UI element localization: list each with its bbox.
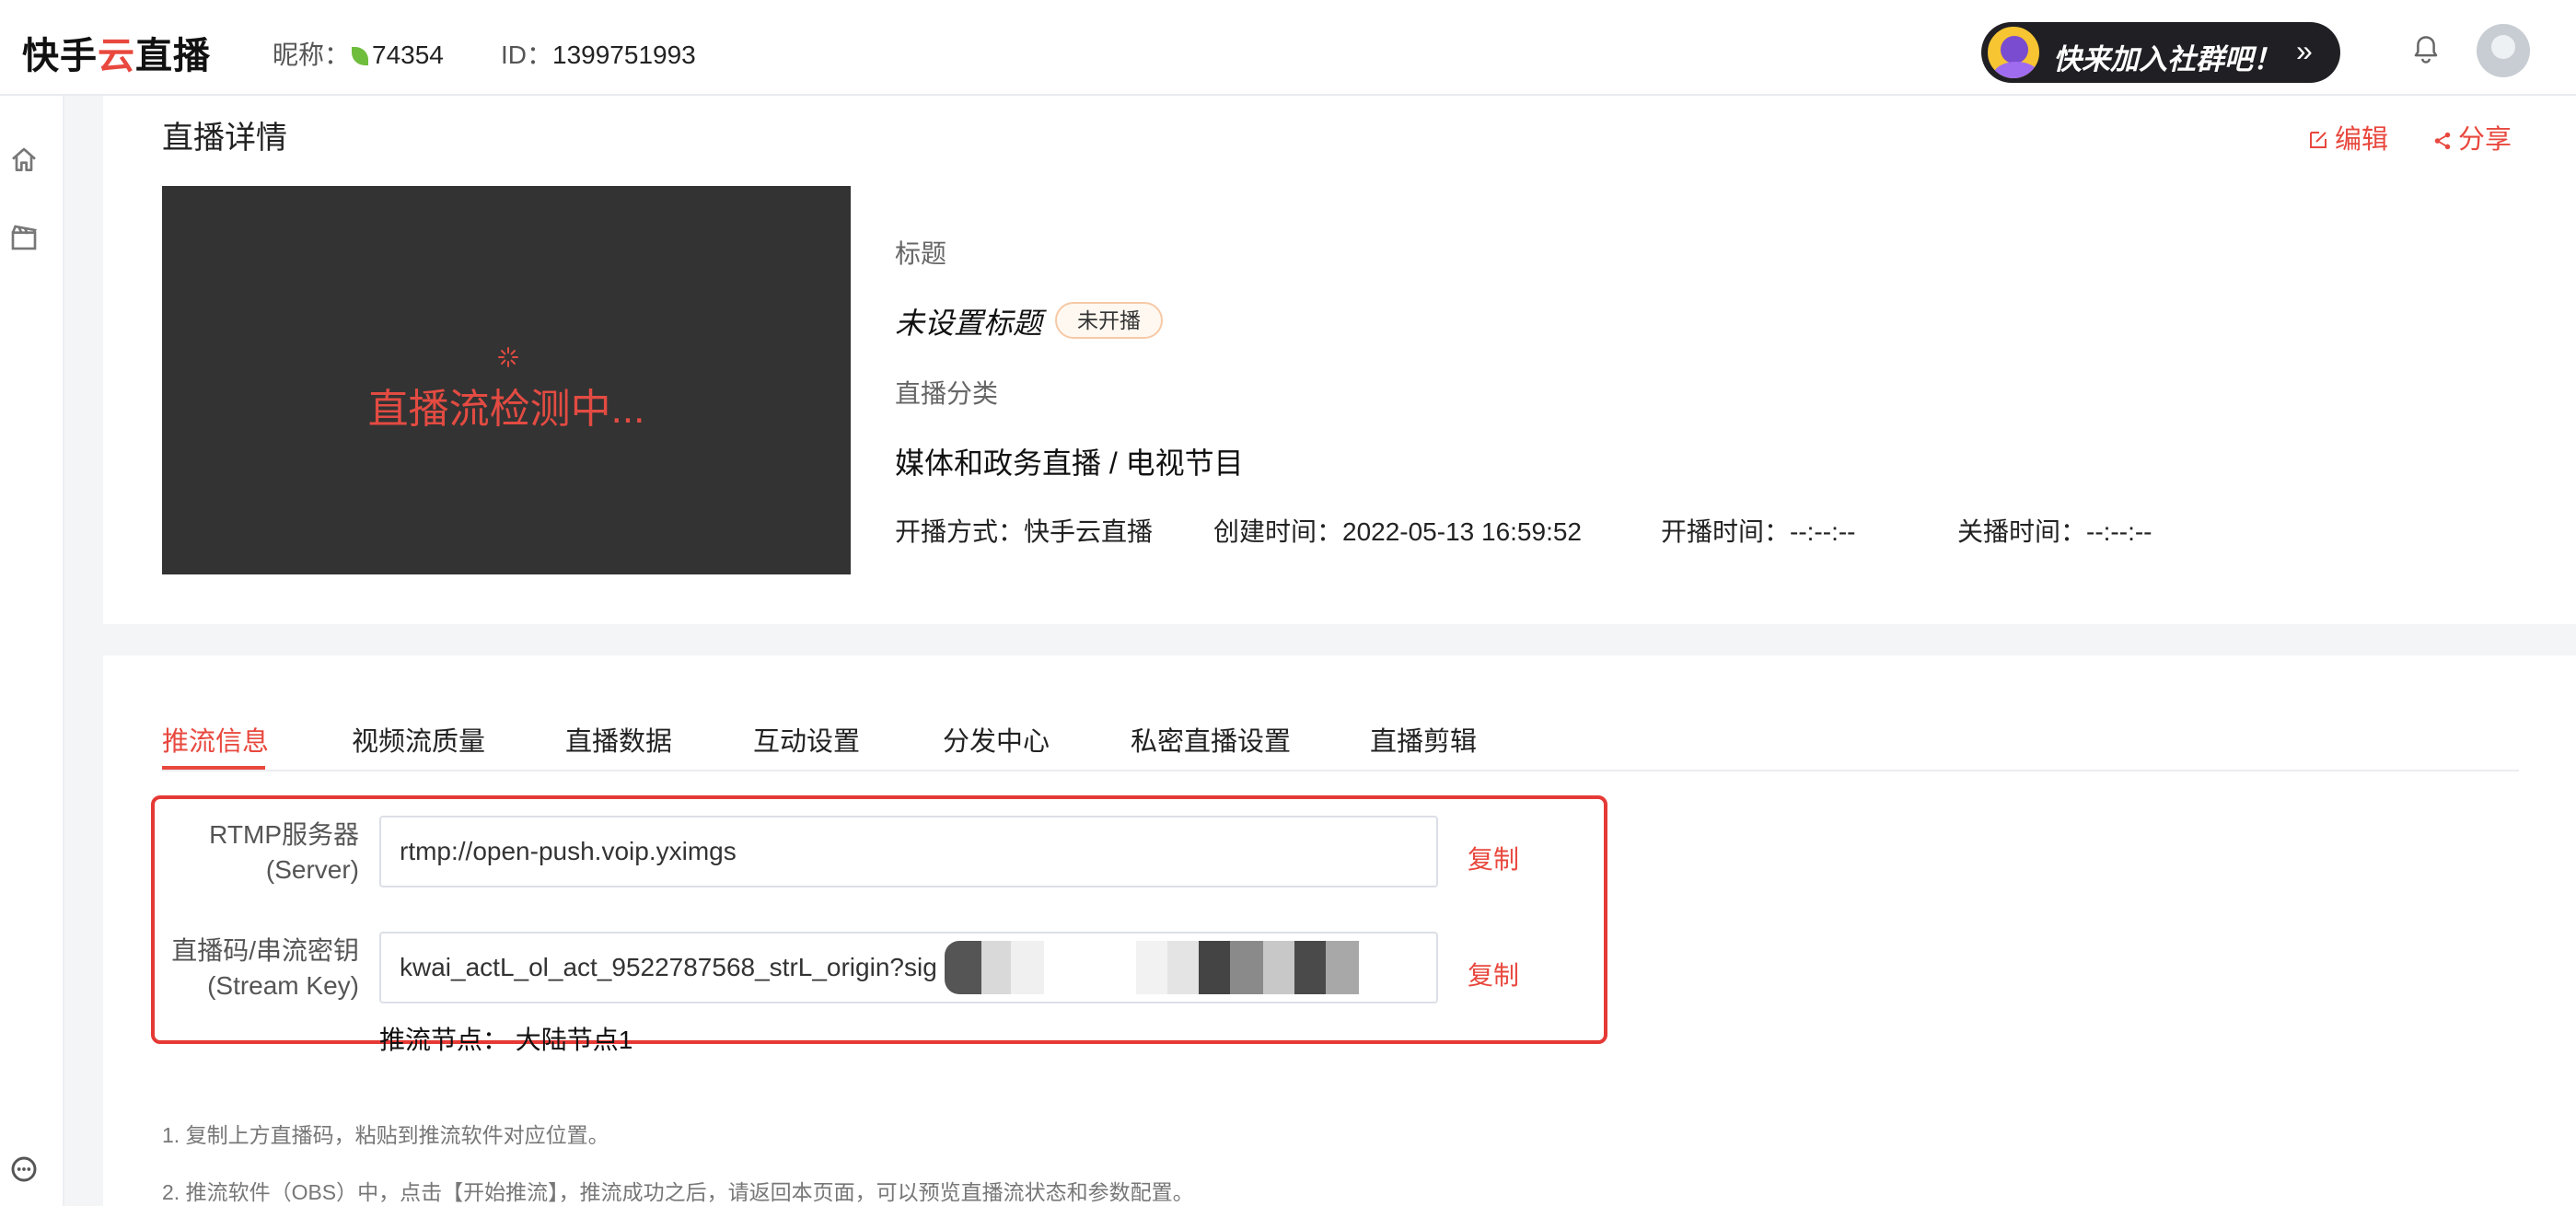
server-field[interactable] (379, 816, 1438, 887)
page-title: 直播详情 (162, 121, 287, 156)
redacted-block (1326, 941, 1359, 994)
edit-button[interactable]: 编辑 (2307, 118, 2388, 157)
chat-icon[interactable] (9, 1154, 39, 1184)
tab-interaction[interactable]: 互动设置 (753, 720, 860, 759)
redacted-block (1136, 941, 1167, 994)
title-label: 标题 (895, 239, 947, 268)
user-id-info: ID：1399751993 (501, 35, 696, 72)
join-community-label: 快来加入社群吧！ (2053, 43, 2281, 75)
server-label: RTMP服务器 (Server) (147, 818, 359, 887)
copy-stream-key-button[interactable]: 复制 (1468, 956, 1519, 992)
redacted-block (945, 941, 981, 994)
double-chevron-icon: » (2296, 34, 2313, 67)
nickname-info: 昵称： 74354 (273, 35, 444, 72)
redacted-block (1230, 941, 1263, 994)
redacted-block (1011, 941, 1044, 994)
mascot-icon (1985, 24, 2042, 81)
redacted-block (1294, 941, 1326, 994)
start-time: 开播时间：--:--:-- (1661, 517, 1856, 546)
bell-icon[interactable] (2412, 35, 2440, 64)
stream-detecting-text: 直播流检测中... (367, 387, 645, 432)
tab-live-clip[interactable]: 直播剪辑 (1370, 720, 1477, 759)
tab-distribution[interactable]: 分发中心 (943, 720, 1050, 759)
status-badge: 未开播 (1055, 302, 1163, 339)
tab-push-info[interactable]: 推流信息 (162, 720, 269, 759)
tab-live-data[interactable]: 直播数据 (565, 720, 672, 759)
live-title: 未设置标题 (895, 307, 1043, 340)
active-tab-indicator (162, 766, 265, 770)
push-node: 推流节点： 大陆节点1 (379, 1026, 633, 1054)
created-time: 创建时间：2022-05-13 16:59:52 (1213, 517, 1582, 546)
nickname-label: 昵称： (273, 41, 351, 69)
redacted-block (1263, 941, 1294, 994)
id-label: ID： (501, 41, 553, 69)
tabs-divider (162, 770, 2519, 771)
left-sidebar (0, 96, 64, 1206)
redacted-area (768, 825, 1357, 878)
server-label-line2: (Server) (265, 855, 359, 884)
share-button[interactable]: 分享 (2432, 118, 2512, 157)
share-label: 分享 (2458, 125, 2512, 155)
tab-private-live[interactable]: 私密直播设置 (1131, 720, 1291, 759)
home-icon[interactable] (9, 145, 39, 175)
stream-key-label-line2: (Stream Key) (207, 971, 359, 1000)
end-time: 关播时间：--:--:-- (1957, 517, 2152, 546)
join-community-button[interactable]: 快来加入社群吧！ » (1981, 22, 2340, 83)
redacted-block (1199, 941, 1230, 994)
leaf-icon (352, 47, 369, 65)
tip-step-2: 2. 推流软件（OBS）中，点击【开始推流】，推流成功之后，请返回本页面，可以预… (162, 1180, 1194, 1204)
brand-logo[interactable]: 快手云直播 (22, 26, 211, 79)
stream-key-field[interactable] (379, 932, 1438, 1003)
edit-icon (2310, 132, 2327, 148)
share-icon (2434, 132, 2451, 150)
redacted-block (1167, 941, 1199, 994)
category-label: 直播分类 (895, 379, 999, 408)
clapperboard-icon[interactable] (9, 223, 39, 252)
loading-spinner-icon (498, 347, 518, 367)
redacted-block (981, 941, 1011, 994)
broadcast-method: 开播方式：快手云直播 (895, 517, 1154, 546)
edit-label: 编辑 (2335, 125, 2389, 155)
copy-server-button[interactable]: 复制 (1468, 840, 1519, 876)
server-label-line1: RTMP服务器 (209, 820, 359, 849)
tip-step-1: 1. 复制上方直播码，粘贴到推流软件对应位置。 (162, 1123, 609, 1147)
user-avatar[interactable] (2477, 24, 2530, 77)
stream-key-label: 直播码/串流密钥 (Stream Key) (147, 933, 359, 1003)
top-header: 快手云直播 昵称： 74354 ID：1399751993 快来加入社群吧！ » (0, 0, 2576, 96)
category-value: 媒体和政务直播 / 电视节目 (895, 446, 1244, 480)
stream-key-label-line1: 直播码/串流密钥 (171, 936, 359, 965)
tab-stream-quality[interactable]: 视频流质量 (352, 720, 485, 759)
id-value: 1399751993 (552, 41, 696, 69)
nickname-value: 74354 (372, 41, 444, 69)
